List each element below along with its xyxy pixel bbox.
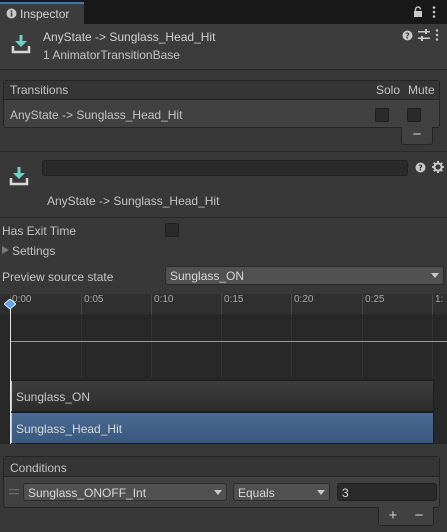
ruler-tick bbox=[151, 294, 152, 314]
preset-icon[interactable] bbox=[418, 29, 430, 41]
transition-curve bbox=[11, 341, 447, 342]
ruler-tick bbox=[362, 294, 363, 314]
source-state-label: Sunglass_ON bbox=[16, 390, 91, 404]
transition-title: AnyState -> Sunglass_Head_Hit bbox=[47, 194, 220, 208]
timeline-gridline bbox=[432, 314, 433, 378]
condition-mode-value: Equals bbox=[238, 486, 275, 500]
conditions-list-header bbox=[4, 457, 439, 477]
mute-checkbox[interactable] bbox=[407, 108, 421, 122]
transitions-list-header bbox=[4, 81, 439, 100]
timeline-gridline bbox=[221, 314, 222, 378]
solo-checkbox[interactable] bbox=[375, 108, 389, 122]
playhead-handle[interactable] bbox=[4, 299, 16, 309]
settings-foldout[interactable]: Settings bbox=[12, 244, 55, 258]
preview-source-value: Sunglass_ON bbox=[170, 269, 245, 283]
destination-state-bar[interactable]: Sunglass_Head_Hit bbox=[10, 412, 434, 444]
chevron-down-icon bbox=[214, 490, 222, 495]
ruler-tick bbox=[291, 294, 292, 314]
timeline-gridline bbox=[151, 314, 152, 378]
ruler-tick bbox=[221, 294, 222, 314]
conditions-title: Conditions bbox=[10, 461, 67, 475]
svg-text:?: ? bbox=[418, 164, 423, 173]
more-options-icon[interactable] bbox=[435, 29, 439, 41]
mute-column-label: Mute bbox=[408, 83, 435, 97]
condition-parameter-select[interactable]: Sunglass_ONOFF_Int bbox=[23, 483, 227, 501]
condition-value-input[interactable]: 3 bbox=[337, 483, 437, 501]
lock-icon[interactable] bbox=[413, 6, 423, 18]
condition-buttons: + − bbox=[378, 507, 434, 526]
header-subtitle: 1 AnimatorTransitionBase bbox=[43, 48, 180, 62]
ruler-tick bbox=[81, 294, 82, 314]
kebab-menu-icon[interactable] bbox=[431, 5, 437, 19]
divider bbox=[0, 151, 447, 152]
condition-parameter-value: Sunglass_ONOFF_Int bbox=[28, 486, 147, 500]
tick-label: 0:10 bbox=[154, 294, 174, 305]
add-condition-button[interactable]: + bbox=[381, 507, 405, 524]
condition-mode-select[interactable]: Equals bbox=[233, 483, 330, 501]
condition-value-text: 3 bbox=[342, 486, 349, 500]
info-icon bbox=[6, 8, 17, 19]
chevron-down-icon bbox=[317, 490, 325, 495]
source-state-bar[interactable]: Sunglass_ON bbox=[10, 380, 434, 412]
divider bbox=[0, 217, 447, 218]
destination-state-label: Sunglass_Head_Hit bbox=[16, 422, 123, 436]
has-exit-time-label: Has Exit Time bbox=[2, 224, 77, 238]
tab-label: Inspector bbox=[20, 7, 70, 21]
tick-label: 0:25 bbox=[365, 294, 385, 305]
ruler-tick bbox=[432, 294, 433, 314]
remove-transition-button[interactable]: − bbox=[401, 127, 433, 145]
solo-column-label: Solo bbox=[376, 83, 401, 97]
gear-icon[interactable] bbox=[432, 161, 444, 173]
timeline-gridline bbox=[291, 314, 292, 378]
timeline-gridline bbox=[81, 314, 82, 378]
tick-label: 1: bbox=[435, 294, 444, 305]
tick-label: 0:20 bbox=[294, 294, 314, 305]
tab-inspector[interactable]: Inspector bbox=[0, 2, 84, 24]
transition-icon bbox=[9, 167, 29, 186]
transition-row-label[interactable]: AnyState -> Sunglass_Head_Hit bbox=[10, 108, 182, 122]
playhead-line bbox=[10, 302, 11, 444]
svg-text:?: ? bbox=[405, 32, 410, 41]
tick-label: 0:05 bbox=[84, 294, 104, 305]
drag-handle-icon[interactable] bbox=[9, 489, 19, 495]
preview-source-select[interactable]: Sunglass_ON bbox=[165, 266, 444, 285]
header-title: AnyState -> Sunglass_Head_Hit bbox=[43, 30, 216, 44]
chevron-down-icon bbox=[431, 273, 439, 278]
has-exit-time-checkbox[interactable] bbox=[165, 223, 179, 237]
timeline-gridline bbox=[362, 314, 363, 378]
preview-source-label: Preview source state bbox=[2, 270, 114, 284]
transitions-title: Transitions bbox=[10, 83, 69, 97]
transition-icon bbox=[11, 34, 31, 54]
remove-transition-label: − bbox=[412, 126, 422, 143]
transition-name-field[interactable] bbox=[42, 160, 408, 176]
help-icon[interactable]: ? bbox=[402, 30, 413, 41]
timeline-ruler[interactable]: 0:00 0:05 0:10 0:15 0:20 0:25 1: bbox=[0, 294, 447, 314]
help-icon[interactable]: ? bbox=[415, 162, 426, 173]
chevron-right-icon[interactable] bbox=[2, 246, 9, 254]
remove-condition-button[interactable]: − bbox=[407, 507, 431, 524]
tick-label: 0:15 bbox=[224, 294, 244, 305]
